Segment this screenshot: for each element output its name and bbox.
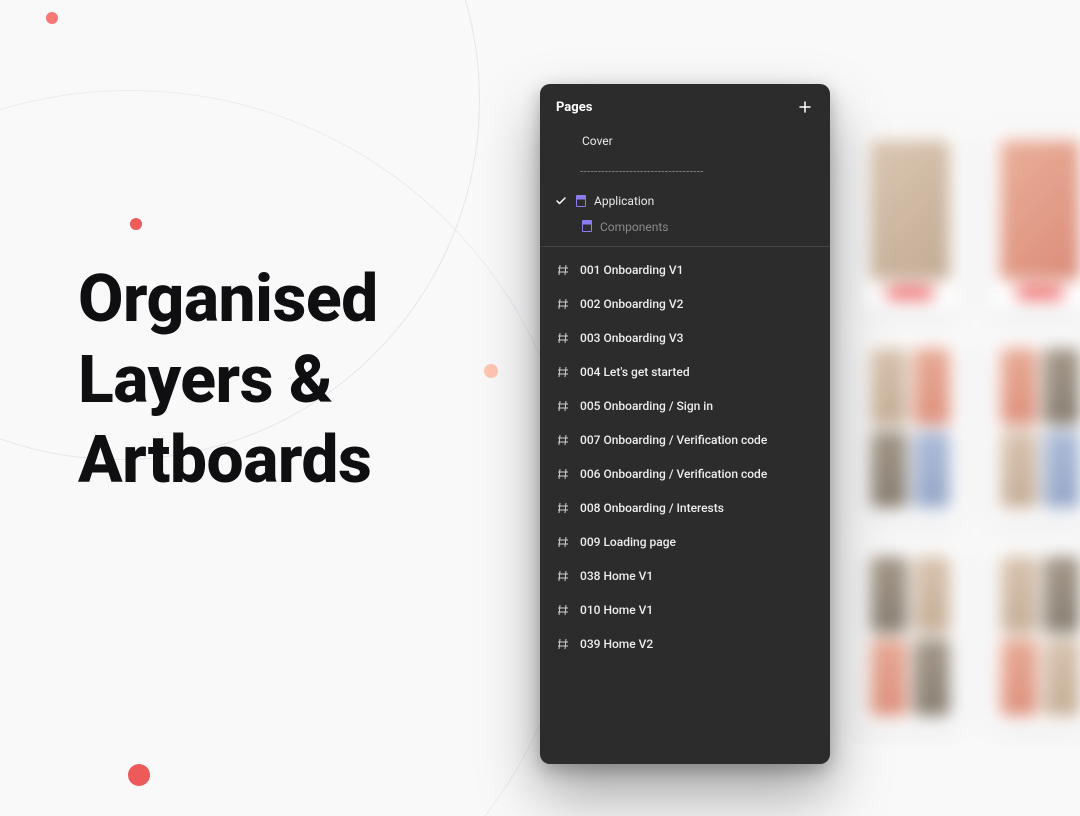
page-thumbnail-icon: [576, 195, 586, 207]
frame-label: 039 Home V2: [580, 637, 653, 651]
frame-label: 010 Home V1: [580, 603, 653, 617]
headline: Organised Layers & Artboards: [78, 260, 378, 502]
decorative-dot: [484, 364, 498, 378]
decorative-dot: [130, 218, 142, 230]
page-label: Cover: [582, 134, 613, 148]
frame-row[interactable]: 010 Home V1: [540, 593, 830, 627]
check-icon: [554, 194, 568, 208]
page-label: Application: [594, 194, 654, 208]
frame-icon: [556, 501, 570, 515]
frame-label: 006 Onboarding / Verification code: [580, 467, 767, 481]
frame-row[interactable]: 003 Onboarding V3: [540, 321, 830, 355]
frame-icon: [556, 603, 570, 617]
panel-header: Pages: [540, 84, 830, 126]
page-cover[interactable]: Cover: [540, 126, 830, 156]
frame-label: 004 Let's get started: [580, 365, 690, 379]
add-page-button[interactable]: [796, 98, 814, 116]
frame-icon: [556, 637, 570, 651]
page-divider[interactable]: -----------------------------------: [540, 156, 830, 186]
page-list: Cover ----------------------------------…: [540, 126, 830, 247]
frame-row[interactable]: 008 Onboarding / Interests: [540, 491, 830, 525]
frame-row[interactable]: 005 Onboarding / Sign in: [540, 389, 830, 423]
frame-label: 002 Onboarding V2: [580, 297, 683, 311]
frame-row[interactable]: 007 Onboarding / Verification code: [540, 423, 830, 457]
frame-label: 008 Onboarding / Interests: [580, 501, 724, 515]
frame-row[interactable]: 004 Let's get started: [540, 355, 830, 389]
frame-icon: [556, 433, 570, 447]
frame-row[interactable]: 006 Onboarding / Verification code: [540, 457, 830, 491]
frame-icon: [556, 399, 570, 413]
frame-row[interactable]: 038 Home V1: [540, 559, 830, 593]
frame-label: 038 Home V1: [580, 569, 653, 583]
page-label: -----------------------------------: [580, 165, 704, 178]
panel-title: Pages: [556, 100, 592, 115]
frame-list: 001 Onboarding V1 002 Onboarding V2 003 On…: [540, 247, 830, 671]
frame-row[interactable]: 009 Loading page: [540, 525, 830, 559]
frame-icon: [556, 535, 570, 549]
frame-row[interactable]: 001 Onboarding V1: [540, 253, 830, 287]
frame-row[interactable]: 002 Onboarding V2: [540, 287, 830, 321]
headline-line: Artboards: [78, 421, 378, 502]
page-application[interactable]: Application: [540, 186, 830, 216]
frame-row[interactable]: 039 Home V2: [540, 627, 830, 661]
headline-line: Organised: [78, 260, 378, 341]
frame-label: 003 Onboarding V3: [580, 331, 683, 345]
frame-icon: [556, 263, 570, 277]
frame-icon: [556, 569, 570, 583]
decorative-dot: [46, 12, 58, 24]
artboards-preview: [850, 130, 1080, 750]
page-thumbnail-icon: [582, 220, 592, 232]
frame-label: 005 Onboarding / Sign in: [580, 399, 713, 413]
frame-icon: [556, 365, 570, 379]
frame-icon: [556, 467, 570, 481]
pages-panel: Pages Cover ----------------------------…: [540, 84, 830, 764]
frame-label: 001 Onboarding V1: [580, 263, 683, 277]
page-label: Components: [600, 220, 669, 234]
decorative-dot: [128, 764, 150, 786]
page-components[interactable]: Components: [540, 216, 830, 238]
plus-icon: [799, 101, 811, 113]
frame-label: 009 Loading page: [580, 535, 676, 549]
headline-line: Layers &: [78, 341, 378, 422]
frame-icon: [556, 331, 570, 345]
frame-icon: [556, 297, 570, 311]
frame-label: 007 Onboarding / Verification code: [580, 433, 767, 447]
